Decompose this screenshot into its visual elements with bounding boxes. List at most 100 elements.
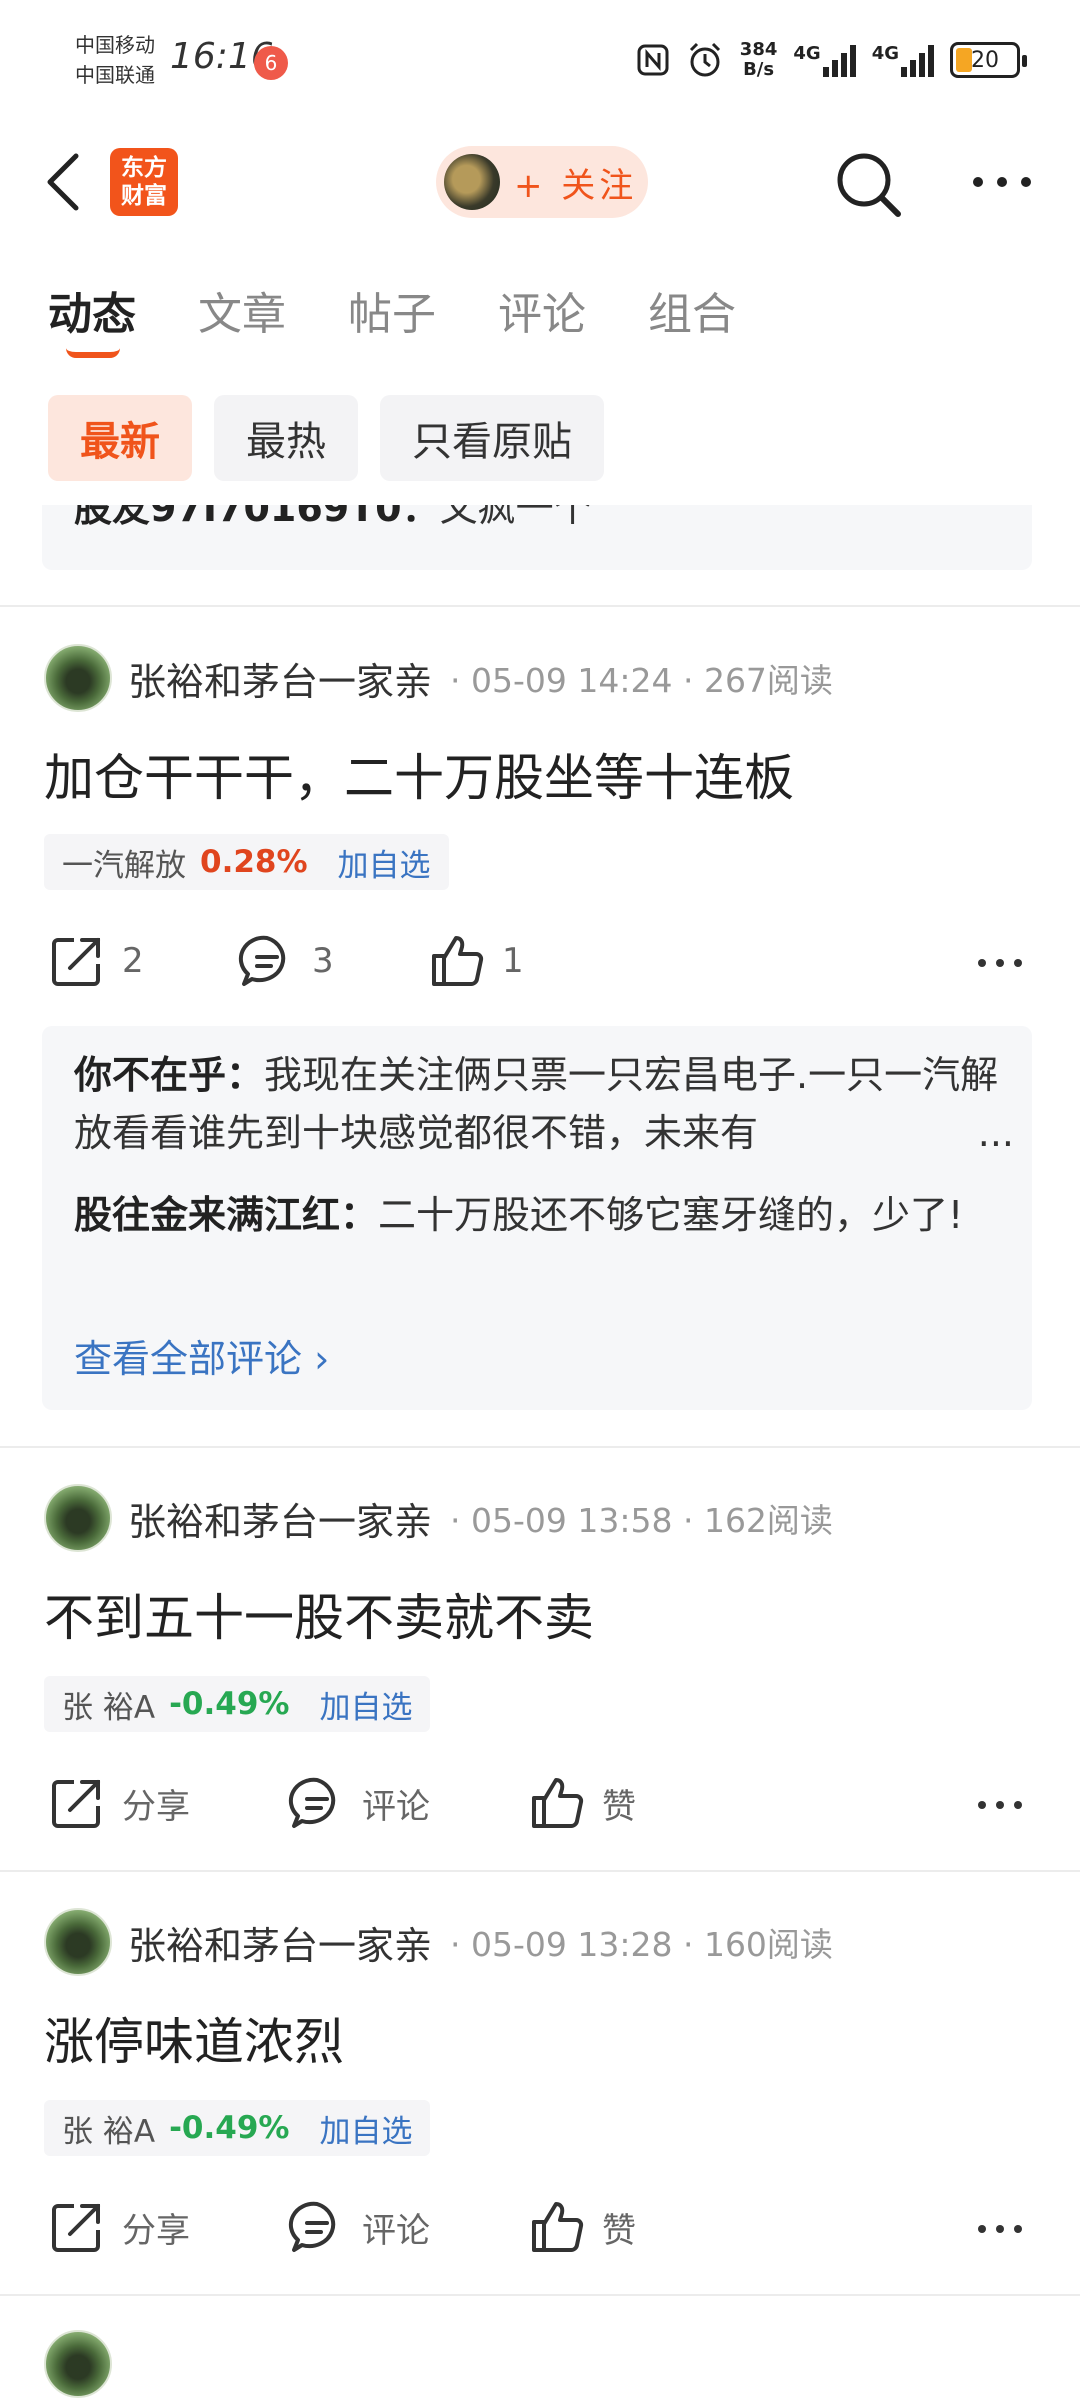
author-name[interactable]: 张裕和茅台一家亲 bbox=[128, 651, 432, 706]
avatar[interactable] bbox=[44, 1908, 112, 1976]
more-icon[interactable] bbox=[976, 956, 1024, 970]
comment-author[interactable]: 你不在乎 bbox=[74, 1053, 226, 1097]
comment-button[interactable]: 评论 bbox=[288, 1774, 528, 1832]
battery-level: 20 bbox=[971, 47, 999, 73]
post-meta: · 05-09 14:24 · 267阅读 bbox=[450, 661, 833, 700]
nfc-icon bbox=[637, 44, 669, 76]
like-label: 赞 bbox=[602, 2210, 636, 2251]
add-watchlist-button[interactable]: 加自选 bbox=[338, 840, 431, 885]
post-title[interactable]: 涨停味道浓烈 bbox=[44, 2002, 344, 2074]
stock-name: 一汽解放 bbox=[62, 847, 186, 884]
stock-tag[interactable]: 张 裕A -0.49% 加自选 bbox=[44, 2100, 431, 2156]
divider bbox=[0, 1446, 1080, 1448]
stock-change: 0.28% bbox=[200, 844, 308, 880]
tab-comments[interactable]: 评论 bbox=[498, 278, 586, 342]
add-watchlist-button[interactable]: 加自选 bbox=[319, 1682, 412, 1727]
share-label: 分享 bbox=[122, 2210, 190, 2251]
logo-text-1: 东方 bbox=[121, 155, 167, 181]
add-watchlist-button[interactable]: 加自选 bbox=[319, 2106, 412, 2151]
thumbs-up-icon bbox=[432, 936, 484, 986]
net-speed: 384 B/s bbox=[740, 40, 778, 80]
comment-box-partial: 股友97I70169T0：又疯一个 bbox=[42, 505, 1032, 570]
comment-icon bbox=[288, 1777, 336, 1828]
author-name[interactable]: 张裕和茅台一家亲 bbox=[128, 1915, 432, 1970]
comment-item[interactable]: 股往金来满江红：二十万股还不够它塞牙缝的，少了! bbox=[74, 1186, 1014, 1244]
like-button[interactable]: 1 bbox=[428, 932, 524, 990]
comment-button[interactable]: 评论 bbox=[288, 2198, 528, 2256]
status-icons: 384 B/s 4G 4G 20 bbox=[636, 36, 1027, 84]
post-header: 张裕和茅台一家亲 · 05-09 13:28 · 160阅读 bbox=[44, 1908, 833, 1976]
back-icon[interactable] bbox=[40, 150, 90, 214]
like-button[interactable]: 赞 bbox=[528, 2198, 636, 2256]
tab-articles[interactable]: 文章 bbox=[198, 278, 286, 342]
like-label: 赞 bbox=[602, 1786, 636, 1827]
notification-badge: 6 bbox=[254, 46, 288, 80]
thumbs-up-icon bbox=[532, 1778, 584, 1828]
filter-chips: 最新 最热 只看原贴 bbox=[48, 395, 604, 481]
comment-label: 评论 bbox=[362, 2210, 430, 2251]
avatar[interactable] bbox=[44, 2330, 112, 2398]
more-icon[interactable] bbox=[970, 170, 1034, 194]
comment-author[interactable]: 股往金来满江红 bbox=[74, 1193, 340, 1237]
comment-item[interactable]: 你不在乎：我现在关注俩只票一只宏昌电子.一只一汽解放看看谁先到十块感觉都很不错，… bbox=[74, 1046, 1014, 1162]
user-avatar bbox=[444, 154, 500, 210]
post-header-partial bbox=[44, 2330, 112, 2398]
author-name[interactable]: 张裕和茅台一家亲 bbox=[128, 1491, 432, 1546]
signal-bars-icon bbox=[822, 43, 856, 77]
share-button[interactable]: 分享 bbox=[48, 2198, 288, 2256]
post-title[interactable]: 加仓干干干，二十万股坐等十连板 bbox=[44, 738, 794, 810]
tab-portfolio[interactable]: 组合 bbox=[648, 278, 736, 342]
share-label: 分享 bbox=[122, 1786, 190, 1827]
comment-text: 又疯一个 bbox=[439, 505, 592, 530]
signal-1: 4G bbox=[793, 43, 856, 77]
stock-tag[interactable]: 一汽解放 0.28% 加自选 bbox=[44, 834, 449, 890]
avatar[interactable] bbox=[44, 644, 112, 712]
carrier-2: 中国联通 bbox=[75, 63, 155, 87]
follow-button[interactable]: + 关注 bbox=[436, 146, 648, 218]
comment-button[interactable]: 3 bbox=[238, 932, 428, 990]
carrier-info: 中国移动 中国联通 bbox=[75, 30, 155, 90]
post-actions: 2 3 1 bbox=[48, 932, 524, 990]
avatar[interactable] bbox=[44, 1484, 112, 1552]
signal-2: 4G bbox=[872, 43, 934, 77]
tab-posts[interactable]: 帖子 bbox=[348, 278, 436, 342]
like-button[interactable]: 赞 bbox=[528, 1774, 636, 1832]
view-all-comments-link[interactable]: 查看全部评论 › bbox=[74, 1328, 329, 1383]
comment-box: 你不在乎：我现在关注俩只票一只宏昌电子.一只一汽解放看看谁先到十块感觉都很不错，… bbox=[42, 1026, 1032, 1410]
app-logo: 东方 财富 bbox=[110, 148, 178, 216]
net-speed-unit: B/s bbox=[743, 59, 775, 80]
stock-tag[interactable]: 张 裕A -0.49% 加自选 bbox=[44, 1676, 431, 1732]
comment-author[interactable]: 股友97I70169T0 bbox=[74, 505, 402, 530]
comment-separator: ： bbox=[226, 1053, 265, 1097]
battery-icon: 20 bbox=[950, 42, 1027, 78]
share-count: 2 bbox=[122, 941, 144, 981]
stock-name: 张 裕A bbox=[62, 1689, 156, 1726]
more-icon[interactable] bbox=[976, 1798, 1024, 1812]
share-button[interactable]: 2 bbox=[48, 932, 238, 990]
comment-text: 二十万股还不够它塞牙缝的，少了! bbox=[378, 1193, 964, 1237]
share-icon bbox=[52, 1780, 100, 1828]
tab-dynamic[interactable]: 动态 bbox=[48, 278, 136, 342]
divider bbox=[0, 605, 1080, 607]
comment-label: 评论 bbox=[362, 1786, 430, 1827]
share-button[interactable]: 分享 bbox=[48, 1774, 288, 1832]
post-actions: 分享 评论 赞 bbox=[48, 1774, 636, 1832]
divider bbox=[0, 1870, 1080, 1872]
share-icon bbox=[52, 2204, 100, 2252]
filter-original-only[interactable]: 只看原贴 bbox=[380, 395, 604, 481]
comment-icon bbox=[288, 2201, 336, 2252]
filter-latest[interactable]: 最新 bbox=[48, 395, 192, 481]
post-actions: 分享 评论 赞 bbox=[48, 2198, 636, 2256]
thumbs-up-icon bbox=[532, 2202, 584, 2252]
alarm-icon bbox=[689, 42, 720, 77]
divider bbox=[0, 2294, 1080, 2296]
filter-hot[interactable]: 最热 bbox=[214, 395, 358, 481]
search-icon[interactable] bbox=[834, 150, 904, 220]
follow-label: + 关注 bbox=[514, 165, 638, 206]
post-title[interactable]: 不到五十一股不卖就不卖 bbox=[44, 1578, 594, 1650]
logo-text-2: 财富 bbox=[121, 183, 167, 209]
more-icon[interactable] bbox=[976, 2222, 1024, 2236]
signal-bars-icon bbox=[901, 43, 934, 77]
tab-bar: 动态 文章 帖子 评论 组合 bbox=[48, 278, 798, 342]
stock-change: -0.49% bbox=[169, 1686, 290, 1722]
